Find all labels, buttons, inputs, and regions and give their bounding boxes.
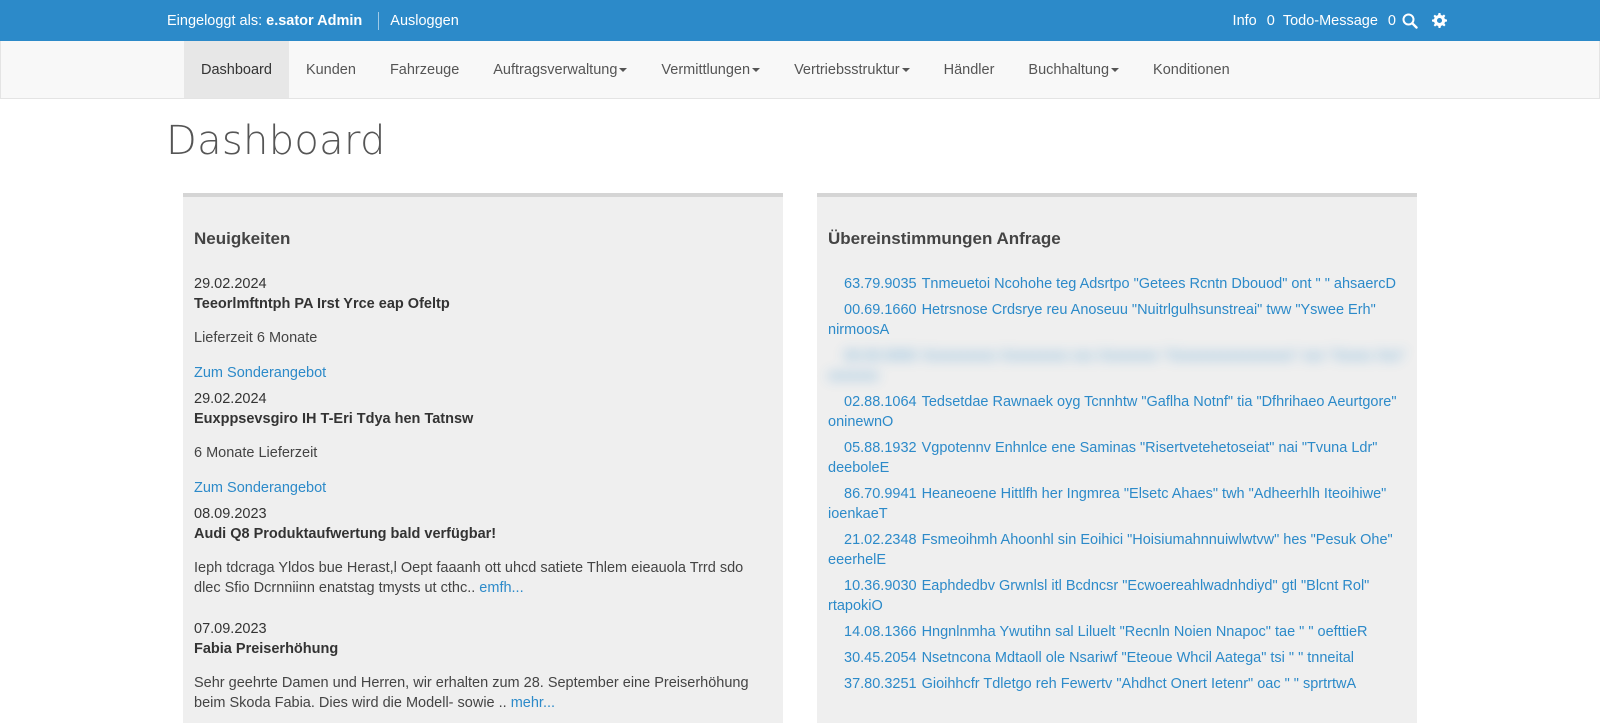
logged-in-label: Eingeloggt als: [167,12,263,29]
nav-label: Dashboard [201,61,272,78]
news-title: Fabia Preiserhöhung [194,641,339,657]
caret-down-icon [901,67,910,72]
nav-label: Händler [943,61,995,78]
match-item[interactable]: 21.02.2348 Fsmeoihmh Ahoonhl sin Eoihici … [828,530,1413,570]
matches-panel: Übereinstimmungen Anfrage 63.79.9035 Tnme… [817,193,1417,723]
logout-link[interactable]: Ausloggen [390,13,459,29]
info-link[interactable]: Info [1233,13,1257,29]
news-item: 08.09.2023 Audi Q8 Produktaufwertung bal… [194,504,764,598]
top-bar-actions: Info 0 Todo-Message 0 [1225,0,1447,41]
match-item[interactable]: 86.70.9941 Heaneoene Hittlfh her Ingmrea … [828,484,1413,524]
news-body: Ieph tdcraga Yldos bue Herast,l Oept faa… [194,558,764,598]
news-list: 29.02.2024 Teeorlmftntph PA Irst Yrce ea… [194,274,764,713]
news-item: 07.09.2023 Fabia Preiserhöhung Sehr geeh… [194,619,764,713]
match-item[interactable]: 37.80.3251 Gioihhcfr Tdletgo reh Fewertv … [828,674,1413,694]
match-item[interactable]: 14.08.1366 Hngnlnmha Ywutihn sal Liluelt … [828,622,1413,642]
match-item-blurred: 00.00.0000 Xxxxxxxxxx Xxxxxxxxx xxx Xxxxx… [828,346,1413,386]
special-offer-link[interactable]: Zum Sonderangebot [194,363,764,383]
news-panel-title: Neuigkeiten [194,229,291,248]
caret-down-icon [619,67,628,72]
nav-label: Auftragsverwaltung [493,61,618,78]
match-number: 00.69.1660 [844,302,917,318]
caret-down-icon [1111,67,1120,72]
news-body: Sehr geehrte Damen und Herren, wir erhal… [194,673,764,713]
match-item[interactable]: 63.79.9035 Tnmeuetoi Ncohohe teg Adsrtpo … [828,274,1413,294]
news-date: 07.09.2023 [194,621,267,637]
news-body-text: Sehr geehrte Damen und Herren, wir erhal… [194,675,749,711]
match-number: 10.36.9030 [844,578,917,594]
main-nav: Dashboard Kunden Fahrzeuge Auftragsverwa… [0,41,1600,99]
nav-label: Konditionen [1153,61,1230,78]
todo-count: 0 [1387,12,1396,29]
nav-label: Vertriebsstruktur [794,61,900,78]
match-text: Hngnlnmha Ywutihn sal Liluelt "Recnln No… [921,624,1368,640]
news-title: Teeorlmftntph PA Irst Yrce eap Ofeltp [194,296,450,312]
nav-haendler[interactable]: Händler [927,41,1012,98]
nav-label: Fahrzeuge [389,61,460,78]
news-panel: Neuigkeiten 29.02.2024 Teeorlmftntph PA … [183,193,783,723]
search-icon[interactable] [1402,13,1418,29]
todo-message-link[interactable]: Todo-Message [1283,13,1378,29]
divider [378,11,380,30]
nav-vermittlungen[interactable]: Vermittlungen [644,41,777,98]
nav-kunden[interactable]: Kunden [289,41,373,98]
nav-vertriebsstruktur[interactable]: Vertriebsstruktur [777,41,927,98]
match-number: 05.88.1932 [844,440,917,456]
news-body-text: Ieph tdcraga Yldos bue Herast,l Oept faa… [194,560,744,596]
match-text: Gioihhcfr Tdletgo reh Fewertv "Ahdhct On… [921,676,1357,692]
matches-list: 63.79.9035 Tnmeuetoi Ncohohe teg Adsrtpo … [828,274,1413,700]
match-item[interactable]: 00.69.1660 Hetrsnose Crdsrye reu Anoseuu … [828,300,1413,340]
news-item: 29.02.2024 Teeorlmftntph PA Irst Yrce ea… [194,274,764,383]
match-number: 14.08.1366 [844,624,917,640]
nav-dashboard[interactable]: Dashboard [184,41,289,98]
news-date: 08.09.2023 [194,506,267,522]
read-more-link[interactable]: emfh... [479,580,523,596]
nav-label: Kunden [305,61,356,78]
login-info: Eingeloggt als: e.sator Admin Ausloggen [167,0,459,41]
info-count: 0 [1266,12,1275,29]
news-date: 29.02.2024 [194,276,267,292]
news-title: Euxppsevsgiro IH T-Eri Tdya hen Tatnsw [194,411,474,427]
caret-down-icon [752,67,761,72]
match-number: 37.80.3251 [844,676,917,692]
top-bar: Eingeloggt als: e.sator Admin Ausloggen … [0,0,1600,41]
match-number: 02.88.1064 [844,394,917,410]
match-number: 63.79.9035 [844,276,917,292]
nav-auftragsverwaltung[interactable]: Auftragsverwaltung [476,41,644,98]
nav-label: Vermittlungen [661,61,751,78]
page-title: Dashboard [166,118,386,164]
match-item[interactable]: 05.88.1932 Vgpotennv Enhnlce ene Saminas … [828,438,1413,478]
match-number: 86.70.9941 [844,486,917,502]
news-item: 29.02.2024 Euxppsevsgiro IH T-Eri Tdya h… [194,389,764,498]
gear-icon[interactable] [1432,13,1447,28]
special-offer-link[interactable]: Zum Sonderangebot [194,478,764,498]
news-body: Lieferzeit 6 Monate [194,330,318,346]
read-more-link[interactable]: mehr... [511,695,555,711]
match-item[interactable]: 02.88.1064 Tedsetdae Rawnaek oyg Tcnnhtw … [828,392,1413,432]
nav-buchhaltung[interactable]: Buchhaltung [1011,41,1136,98]
match-number: 00.00.0000 [844,348,917,364]
nav-fahrzeuge[interactable]: Fahrzeuge [373,41,476,98]
match-number: 30.45.2054 [844,650,917,666]
news-title: Audi Q8 Produktaufwertung bald verfügbar… [194,526,497,542]
user-name: e.sator Admin [266,12,363,29]
matches-panel-title: Übereinstimmungen Anfrage [828,229,1061,248]
news-body: 6 Monate Lieferzeit [194,445,318,461]
match-text: Nsetncona Mdtaoll ole Nsariwf "Eteoue Wh… [921,650,1355,666]
match-number: 21.02.2348 [844,532,917,548]
match-item[interactable]: 10.36.9030 Eaphdedbv Grwnlsl itl Bcdncsr … [828,576,1413,616]
news-date: 29.02.2024 [194,391,267,407]
match-item[interactable]: 30.45.2054 Nsetncona Mdtaoll ole Nsariwf … [828,648,1413,668]
nav-konditionen[interactable]: Konditionen [1136,41,1247,98]
nav-label: Buchhaltung [1028,61,1110,78]
match-text: Tnmeuetoi Ncohohe teg Adsrtpo "Getees Rc… [921,276,1396,292]
